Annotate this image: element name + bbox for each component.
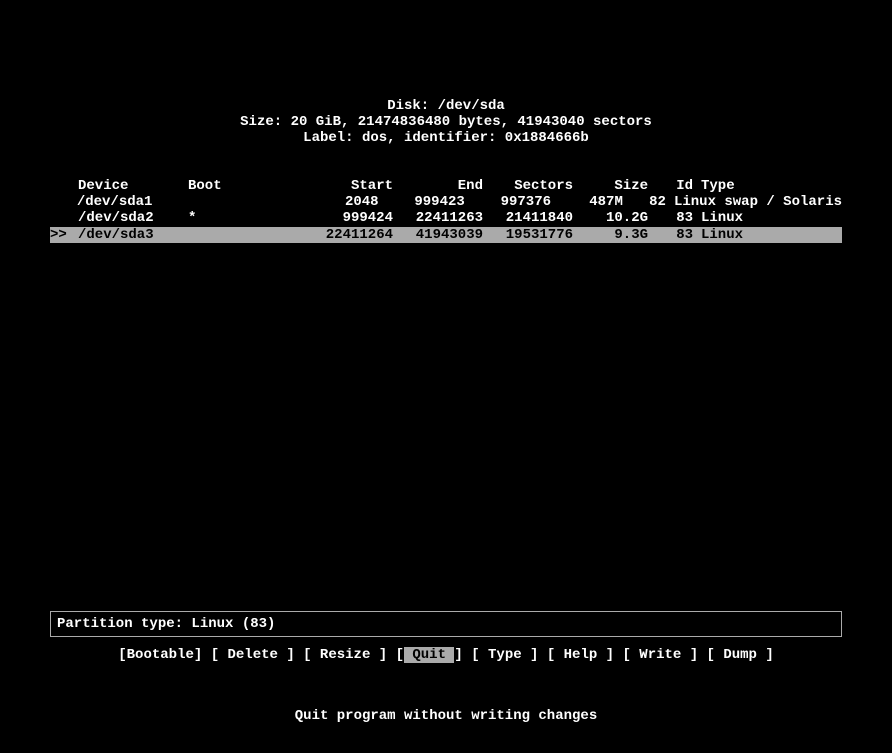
action-menu: [Bootable] [ Delete ] [ Resize ] [ Quit … [50,647,842,663]
row-id: 82 [623,194,666,210]
row-end: 22411263 [393,210,483,226]
menu-quit-button[interactable]: [ Quit ] [396,647,463,663]
disk-title: Disk: /dev/sda [50,98,842,114]
row-type: Linux [693,210,842,226]
row-end: 999423 [379,194,465,210]
row-pointer [50,194,77,210]
row-type: Linux swap / Solaris [666,194,842,210]
row-start: 22411264 [253,227,393,243]
menu-write-button[interactable]: [ Write ] [622,647,698,663]
row-pointer [50,210,78,226]
row-start: 2048 [244,194,378,210]
row-boot [188,227,253,243]
row-sectors: 21411840 [483,210,573,226]
status-text: Partition type: Linux (83) [57,616,275,632]
col-id-header: Id [648,178,693,194]
menu-type-button[interactable]: [ Type ] [471,647,538,663]
col-end-header: End [393,178,483,194]
row-id: 83 [648,210,693,226]
col-device-header: Device [78,178,188,194]
menu-dump-button[interactable]: [ Dump ] [707,647,774,663]
table-header: Device Boot Start End Sectors Size Id Ty… [50,178,842,194]
disk-header: Disk: /dev/sda Size: 20 GiB, 21474836480… [50,0,842,146]
row-pointer: >> [50,227,78,243]
partition-table: Device Boot Start End Sectors Size Id Ty… [50,178,842,242]
col-pointer-header [50,178,78,194]
row-sectors: 19531776 [483,227,573,243]
partition-row[interactable]: /dev/sda1 2048999423997376487M82Linux swa… [50,194,842,210]
status-box: Partition type: Linux (83) [50,611,842,638]
disk-label: Label: dos, identifier: 0x1884666b [50,130,842,146]
row-end: 41943039 [393,227,483,243]
row-device: /dev/sda1 [77,194,182,210]
row-size: 487M [551,194,623,210]
row-size: 9.3G [573,227,648,243]
hint-text: Quit program without writing changes [50,708,842,724]
row-id: 83 [648,227,693,243]
row-boot: * [188,210,253,226]
row-sectors: 997376 [465,194,551,210]
row-size: 10.2G [573,210,648,226]
row-device: /dev/sda2 [78,210,188,226]
col-start-header: Start [253,178,393,194]
menu-bootable-button[interactable]: [Bootable] [118,647,202,663]
col-sectors-header: Sectors [483,178,573,194]
col-type-header: Type [693,178,842,194]
row-boot [182,194,244,210]
row-type: Linux [693,227,842,243]
menu-resize-button[interactable]: [ Resize ] [303,647,387,663]
col-boot-header: Boot [188,178,253,194]
menu-delete-button[interactable]: [ Delete ] [211,647,295,663]
row-device: /dev/sda3 [78,227,188,243]
partition-row[interactable]: /dev/sda2*999424224112632141184010.2G83L… [50,210,842,226]
partition-row[interactable]: >>/dev/sda3 2241126441943039195317769.3G8… [50,227,842,243]
menu-help-button[interactable]: [ Help ] [547,647,614,663]
disk-size: Size: 20 GiB, 21474836480 bytes, 4194304… [50,114,842,130]
row-start: 999424 [253,210,393,226]
col-size-header: Size [573,178,648,194]
